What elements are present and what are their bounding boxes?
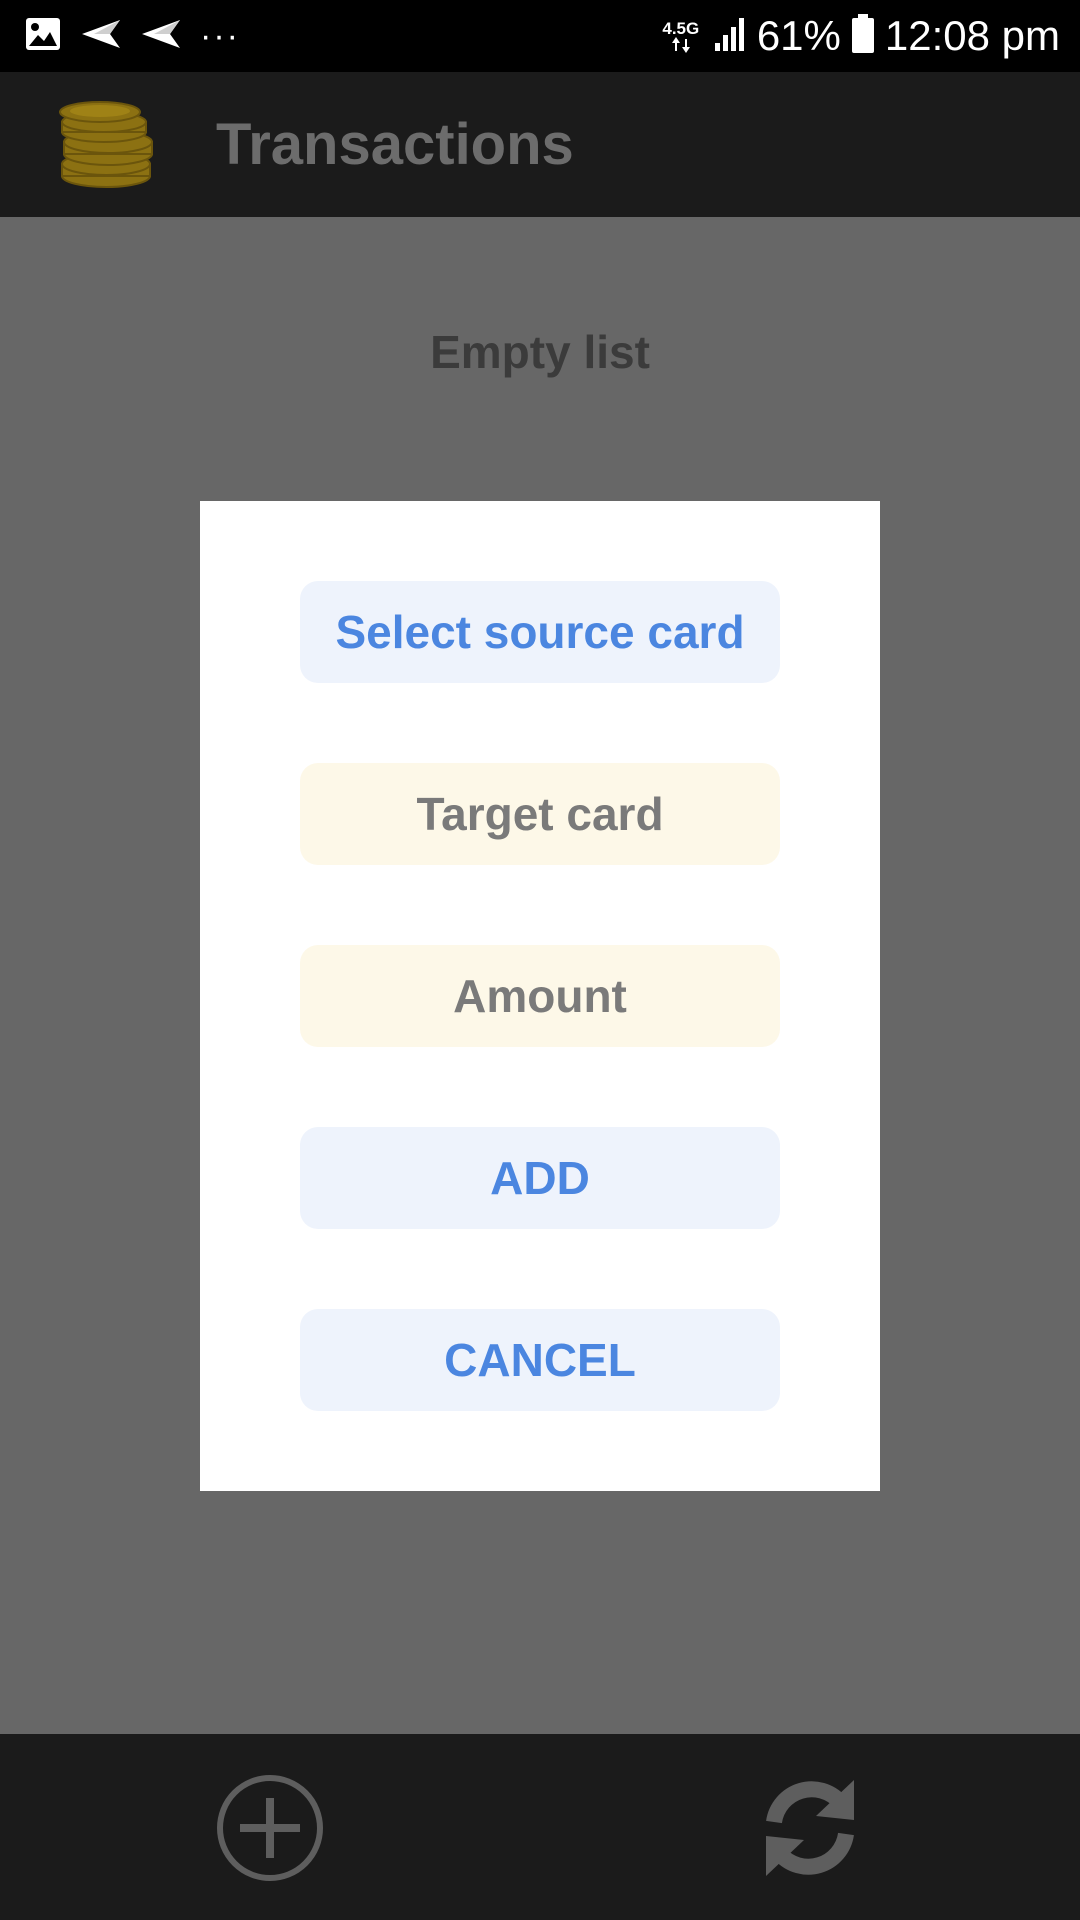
empty-list-message: Empty list: [430, 326, 650, 378]
data-arrows-icon: [671, 36, 690, 53]
battery-percent: 61%: [756, 12, 841, 59]
bottom-bar: [0, 1734, 1080, 1920]
select-source-card-button[interactable]: Select source card: [300, 581, 780, 683]
add-button[interactable]: ADD: [300, 1127, 780, 1229]
signal-icon: [713, 15, 747, 58]
status-indicators: 4.5G 61% 12:08 pm: [659, 10, 1060, 62]
amount-field[interactable]: Amount: [300, 945, 780, 1047]
add-transaction-dialog: Select source card Target card Amount AD…: [200, 501, 880, 1491]
page-title: Transactions: [216, 112, 574, 177]
clock: 12:08 pm: [884, 12, 1060, 59]
screen: ··· 4.5G 61% 12:08 pm Transactions Empty…: [0, 0, 1080, 1920]
target-card-field[interactable]: Target card: [300, 763, 780, 865]
refresh-icon[interactable]: [754, 1772, 866, 1884]
network-indicator: 4.5G: [659, 20, 703, 53]
status-bar: ··· 4.5G 61% 12:08 pm: [0, 0, 1080, 72]
status-notifications: ···: [24, 14, 240, 58]
cancel-button[interactable]: CANCEL: [300, 1309, 780, 1411]
image-icon: [24, 16, 62, 57]
more-notifications-icon: ···: [200, 16, 240, 55]
send-icon: [80, 18, 122, 55]
add-circle-icon[interactable]: [214, 1772, 326, 1884]
battery-icon: [851, 13, 875, 59]
app-bar: Transactions: [0, 72, 1080, 217]
network-type: 4.5G: [662, 18, 700, 38]
send-icon: [140, 18, 182, 55]
coins-icon: [56, 98, 160, 190]
